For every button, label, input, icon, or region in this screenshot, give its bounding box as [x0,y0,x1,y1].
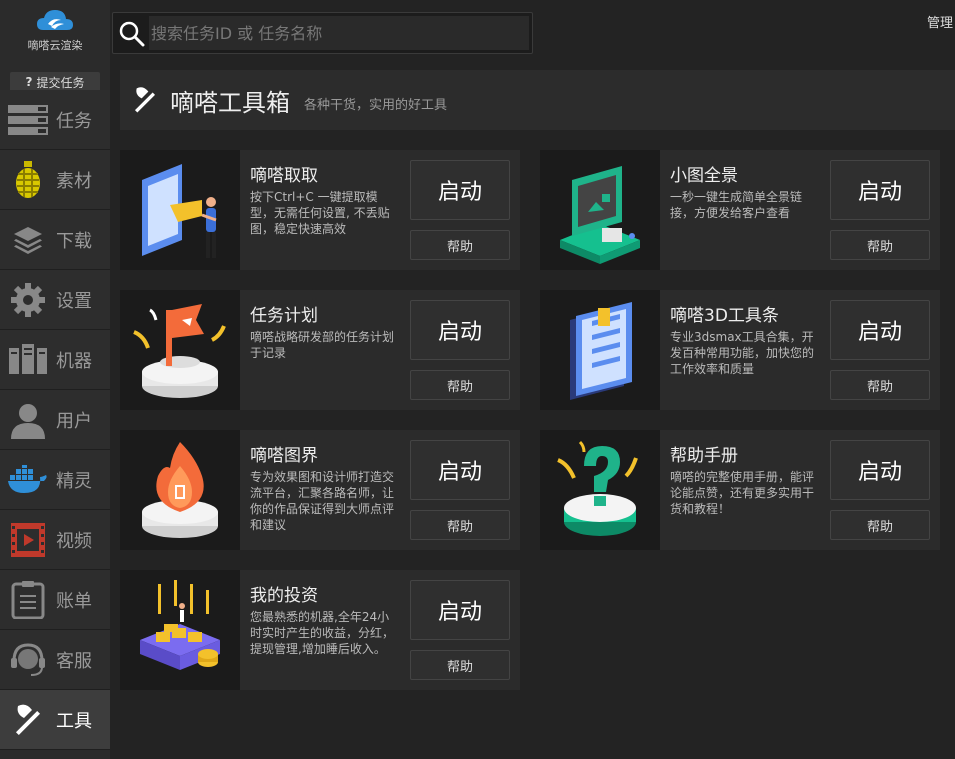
tool-title: 帮助手册 [670,446,738,466]
tool-description: 专业3dsmax工具合集，开发百种常用功能，加快您的工作效率和质量 [670,330,815,376]
start-button[interactable]: 启动 [410,160,510,220]
sidebar-item-sprite[interactable]: 精灵 [0,450,110,510]
start-button[interactable]: 启动 [410,440,510,500]
investment-illustration [120,570,240,690]
tool-description: 嘀嗒的完整使用手册，能评论能点赞，还有更多实用干货和教程！ [670,470,815,516]
help-button[interactable]: 帮助 [830,230,930,260]
bill-icon [0,570,56,630]
tool-description: 一秒一键生成简单全景链接，方便发给客户查看 [670,190,803,220]
sidebar-item-label: 设置 [56,290,92,312]
user-icon [0,390,56,450]
tool-description: 嘀嗒战略研发部的任务计划于记录 [250,330,395,360]
layers-icon [0,210,56,270]
tool-card-3d-toolbar: 嘀嗒3D工具条 专业3dsmax工具合集，开发百种常用功能，加快您的工作效率和质… [540,290,940,410]
tool-card-plan: 任务计划 嘀嗒战略研发部的任务计划于记录 启动 帮助 [120,290,520,410]
search-input[interactable] [149,16,529,50]
sidebar-item-label: 账单 [56,590,92,612]
sidebar-item-label: 客服 [56,650,92,672]
sidebar-item-machines[interactable]: 机器 [0,330,110,390]
whale-icon [0,450,56,510]
sidebar-item-tasks[interactable]: 任务 [0,90,110,150]
question-illustration [540,430,660,550]
search-box [112,12,533,54]
tool-description: 按下Ctrl+C 一键提取模型，无需任何设置, 不丢贴图，稳定快速高效 [250,190,390,236]
help-button[interactable]: 帮助 [830,370,930,400]
sidebar-item-label: 用户 [56,410,92,432]
sidebar-item-label: 视频 [56,530,92,552]
tool-title: 嘀嗒图界 [250,446,318,466]
help-button[interactable]: 帮助 [830,510,930,540]
sidebar-item-video[interactable]: 视频 [0,510,110,570]
sidebar-item-tools[interactable]: 工具 [0,690,110,750]
tool-card-body: 帮助手册 嘀嗒的完整使用手册，能评论能点赞，还有更多实用干货和教程！ 启动 帮助 [660,430,940,550]
tool-card-body: 嘀嗒取取 按下Ctrl+C 一键提取模型，无需任何设置, 不丢贴图，稳定快速高效… [240,150,520,270]
sidebar-item-label: 机器 [56,350,92,372]
machines-icon [0,330,56,390]
start-button[interactable]: 启动 [410,300,510,360]
flag-illustration [120,290,240,410]
tool-title: 嘀嗒取取 [250,166,318,186]
start-button[interactable]: 启动 [830,300,930,360]
video-icon [0,510,56,570]
tool-description: 专为效果图和设计师打造交流平台，汇聚各路名师，让你的作品保证得到大师点评和建议 [250,470,395,532]
axe-icon [0,690,56,750]
cloud-logo-icon [37,10,73,30]
sidebar-item-service[interactable]: 客服 [0,630,110,690]
tool-card-extract: 嘀嗒取取 按下Ctrl+C 一键提取模型，无需任何设置, 不丢贴图，稳定快速高效… [120,150,520,270]
tool-card-investment: 我的投资 您最熟悉的机器,全年24小时实时产生的收益，分红，提现管理,增加睡后收… [120,570,520,690]
tool-card-gallery: 嘀嗒图界 专为效果图和设计师打造交流平台，汇聚各路名师，让你的作品保证得到大师点… [120,430,520,550]
sidebar-item-label: 素材 [56,170,92,192]
tool-card-body: 任务计划 嘀嗒战略研发部的任务计划于记录 启动 帮助 [240,290,520,410]
submit-task-label: 提交任务 [36,75,85,90]
tool-card-body: 嘀嗒3D工具条 专业3dsmax工具合集，开发百种常用功能，加快您的工作效率和质… [660,290,940,410]
sidebar-item-label: 下载 [56,230,92,252]
tool-title: 小图全景 [670,166,738,186]
help-button[interactable]: 帮助 [410,510,510,540]
tool-title: 我的投资 [250,586,318,606]
tool-card-panorama: 小图全景 一秒一键生成简单全景链接，方便发给客户查看 启动 帮助 [540,150,940,270]
extract-illustration [120,150,240,270]
help-button[interactable]: 帮助 [410,230,510,260]
app-logo[interactable]: 嘀嗒云渲染 [0,0,110,60]
manage-link[interactable]: 管理 [927,12,953,31]
headset-icon [0,630,56,690]
logo-text: 嘀嗒云渲染 [27,39,83,52]
server-stack-icon [0,90,56,150]
flame-illustration [120,430,240,550]
start-button[interactable]: 启动 [830,160,930,220]
sidebar: 嘀嗒云渲染 ? 提交任务 任务 素材 下载 设置 机器 用户 精灵 视频 账单 … [0,0,110,759]
toolbox-header: 嘀嗒工具箱 各种干货，实用的好工具 [120,70,955,130]
tool-card-body: 嘀嗒图界 专为效果图和设计师打造交流平台，汇聚各路名师，让你的作品保证得到大师点… [240,430,520,550]
tool-title: 嘀嗒3D工具条 [670,306,779,326]
tool-card-body: 我的投资 您最熟悉的机器,全年24小时实时产生的收益，分红，提现管理,增加睡后收… [240,570,520,690]
help-button[interactable]: 帮助 [410,370,510,400]
page-subtitle: 各种干货，实用的好工具 [304,97,448,113]
sidebar-nav: 任务 素材 下载 设置 机器 用户 精灵 视频 账单 客服 工具 [0,90,110,750]
sidebar-item-bill[interactable]: 账单 [0,570,110,630]
grenade-icon [0,150,56,210]
tool-card-manual: 帮助手册 嘀嗒的完整使用手册，能评论能点赞，还有更多实用干货和教程！ 启动 帮助 [540,430,940,550]
panorama-illustration [540,150,660,270]
tool-description: 您最熟悉的机器,全年24小时实时产生的收益，分红，提现管理,增加睡后收入。 [250,610,395,656]
tool-card-body: 小图全景 一秒一键生成简单全景链接，方便发给客户查看 启动 帮助 [660,150,940,270]
sidebar-item-label: 精灵 [56,470,92,492]
sidebar-item-download[interactable]: 下载 [0,210,110,270]
page-title: 嘀嗒工具箱 [170,88,290,117]
axe-icon [120,85,170,115]
sidebar-item-materials[interactable]: 素材 [0,150,110,210]
question-icon: ? [25,75,33,89]
sidebar-item-users[interactable]: 用户 [0,390,110,450]
tool-title: 任务计划 [250,306,318,326]
help-button[interactable]: 帮助 [410,650,510,680]
start-button[interactable]: 启动 [410,580,510,640]
start-button[interactable]: 启动 [830,440,930,500]
search-icon[interactable] [119,21,145,51]
notebook-illustration [540,290,660,410]
sidebar-item-settings[interactable]: 设置 [0,270,110,330]
gear-icon [0,270,56,330]
sidebar-item-label: 任务 [56,110,92,132]
sidebar-item-label: 工具 [56,710,92,732]
